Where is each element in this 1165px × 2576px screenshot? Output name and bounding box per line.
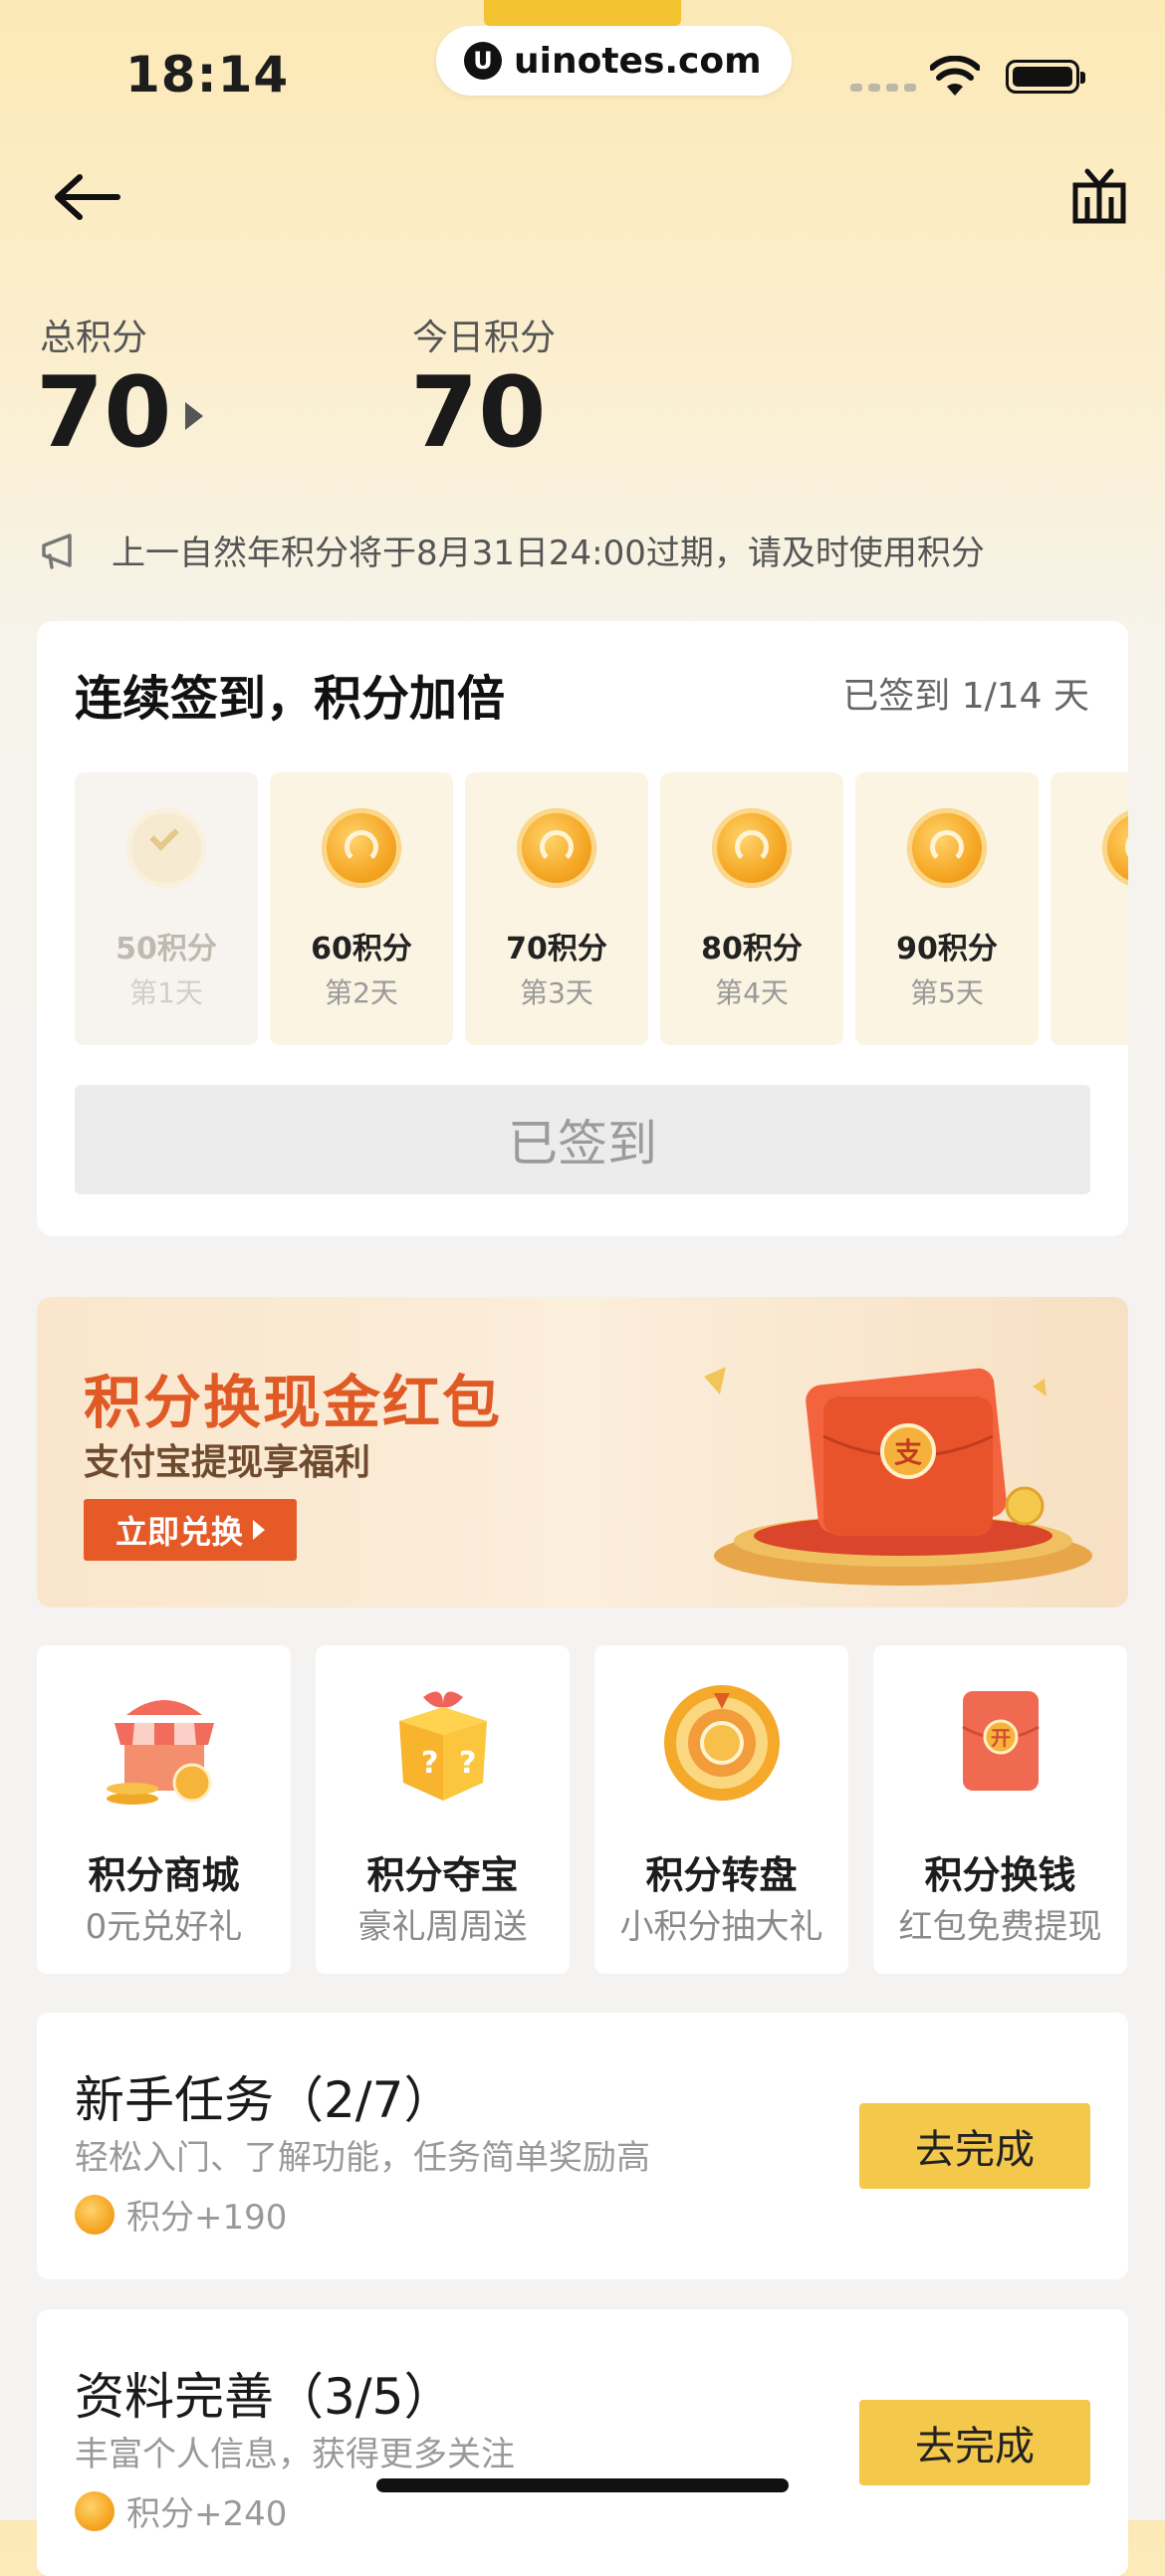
redeem-now-button[interactable]: 立即兑换 [84,1499,297,1561]
go-complete-button[interactable]: 去完成 [859,2103,1090,2189]
feature-title: 积分换钱 [924,1853,1076,1897]
gift-icon[interactable] [1071,167,1127,225]
sign-in-day: 90积分第5天 [855,772,1039,1045]
feature-points-treasure[interactable]: ? ? 积分夺宝 豪礼周周送 [316,1645,570,1974]
task-reward: 积分+190 [75,2190,287,2239]
feature-points-mall[interactable]: 积分商城 0元兑好礼 [37,1645,291,1974]
caret-right-icon[interactable] [185,402,203,430]
day-points: 60积分 [311,932,412,966]
coin-icon [75,2490,115,2531]
task-title: 新手任务（2/7） [75,2071,454,2129]
feature-title: 积分商城 [88,1853,240,1897]
watermark: U uinotes.com [436,26,792,96]
sign-in-day: 70积分第3天 [465,772,648,1045]
day-number: 第2天 [325,976,398,1009]
coin-icon [75,2194,115,2235]
cellular-signal-icon [850,84,916,92]
banner-subtitle: 支付宝提现享福利 [84,1442,371,1483]
sign-in-day: 1 [1050,772,1128,1045]
feature-points-cash[interactable]: 开 积分换钱 红包免费提现 [873,1645,1127,1974]
day-number: 第1天 [129,976,203,1009]
task-reward-text: 积分+240 [126,2494,288,2534]
feature-title: 积分夺宝 [366,1853,519,1897]
day-number: 第4天 [715,976,789,1009]
redeem-now-label: 立即兑换 [115,1513,243,1551]
red-envelope-icon: 开 [961,1691,1040,1791]
battery-icon [1006,60,1085,94]
task-reward-text: 积分+190 [126,2198,288,2238]
banner-title: 积分换现金红包 [84,1369,503,1436]
watermark-strip [484,0,681,26]
total-points-value[interactable]: 70 [36,356,171,470]
feature-points-wheel[interactable]: 积分转盘 小积分抽大礼 [594,1645,848,1974]
task-title: 资料完善（3/5） [75,2368,454,2426]
sign-in-progress: 已签到 1/14 天 [842,676,1089,717]
arrow-left-icon[interactable] [52,171,121,223]
status-time: 18:14 [125,46,290,104]
sign-in-days-scroller[interactable]: 50积分第1天60积分第2天70积分第3天80积分第4天90积分第5天1 [75,772,1128,1047]
coin-icon [1102,808,1128,888]
caret-right-icon [253,1520,265,1540]
day-points: 70积分 [506,932,607,966]
notice-text: 上一自然年积分将于8月31日24:00过期，请及时使用积分 [112,534,985,573]
task-card-profile: 资料完善（3/5） 丰富个人信息，获得更多关注 积分+240 去完成 [37,2309,1128,2576]
megaphone-icon [42,533,72,569]
check-coin-icon [126,808,206,888]
feature-subtitle: 豪礼周周送 [357,1907,528,1947]
signed-in-button[interactable]: 已签到 [75,1085,1090,1194]
shop-icon [106,1700,214,1805]
today-points-label: 今日积分 [412,318,557,358]
day-points: 90积分 [896,932,998,966]
wifi-icon [930,56,980,96]
day-number: 第5天 [910,976,984,1009]
seal-text: 支 [894,1436,922,1469]
feature-subtitle: 0元兑好礼 [85,1907,243,1947]
wheel-icon [663,1685,780,1801]
red-envelope-podium-illustration: 支 [704,1367,1092,1586]
task-desc: 轻松入门、了解功能，任务简单奖励高 [75,2138,650,2178]
task-card-newbie: 新手任务（2/7） 轻松入门、了解功能，任务简单奖励高 积分+190 去完成 [37,2013,1128,2279]
day-points: 80积分 [701,932,803,966]
feature-title: 积分转盘 [645,1853,798,1897]
total-points-label: 总积分 [40,318,148,358]
coin-icon [907,808,987,888]
coin-icon [322,808,401,888]
home-indicator[interactable] [376,2478,789,2492]
coin-icon [517,808,596,888]
coin-icon [712,808,792,888]
svg-text:?: ? [421,1746,438,1781]
task-reward: 积分+240 [75,2486,287,2535]
feature-subtitle: 红包免费提现 [898,1907,1102,1947]
expiry-notice: 上一自然年积分将于8月31日24:00过期，请及时使用积分 [40,526,985,574]
sign-in-day: 50积分第1天 [75,772,258,1045]
day-points: 1 [1050,924,1128,959]
sign-in-title: 连续签到，积分加倍 [75,671,506,727]
go-complete-button[interactable]: 去完成 [859,2400,1090,2485]
watermark-logo-icon: U [464,42,502,80]
watermark-text: uinotes.com [514,40,762,82]
seal-text: 开 [991,1726,1011,1750]
sign-in-day: 60积分第2天 [270,772,453,1045]
day-points: 50积分 [116,932,217,966]
svg-text:?: ? [459,1746,476,1781]
today-points-value: 70 [410,356,547,470]
sign-in-day: 80积分第4天 [660,772,843,1045]
feature-subtitle: 小积分抽大礼 [619,1907,823,1947]
mystery-box-icon: ? ? [398,1691,487,1801]
task-desc: 丰富个人信息，获得更多关注 [75,2435,515,2474]
day-number: 第3天 [520,976,593,1009]
